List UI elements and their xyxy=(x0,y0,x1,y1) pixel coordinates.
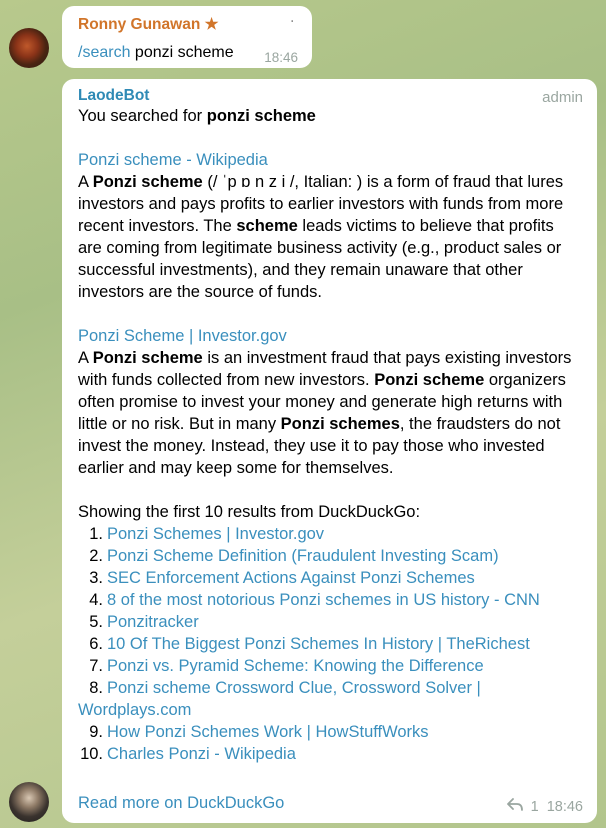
result-link[interactable]: Ponzitracker xyxy=(107,613,199,631)
list-intro: Showing the first 10 results from DuckDu… xyxy=(78,503,421,521)
sender-dot: · xyxy=(290,14,295,30)
result-link[interactable]: How Ponzi Schemes Work | HowStuffWorks xyxy=(107,723,429,741)
list-number: 9. xyxy=(89,723,103,741)
list-number: 1. xyxy=(89,525,103,543)
result-section: Ponzi Scheme | Investor.gov A Ponzi schem… xyxy=(78,325,581,479)
reply-icon[interactable] xyxy=(506,798,523,815)
message-meta: 1 18:46 xyxy=(506,798,583,815)
command-query: ponzi scheme xyxy=(134,44,234,61)
admin-badge: admin xyxy=(542,89,583,106)
result-list: 1. Ponzi Schemes | Investor.gov 2. Ponzi Sc… xyxy=(78,523,581,765)
result-list-item: 2. Ponzi Scheme Definition (Fraudulent In… xyxy=(78,545,581,567)
reply-count: 1 xyxy=(530,798,539,815)
result-title-link[interactable]: Ponzi Scheme | Investor.gov xyxy=(78,325,581,347)
search-results: Ponzi scheme - Wikipedia A Ponzi scheme (… xyxy=(78,149,581,479)
result-snippet: A Ponzi scheme (/ ˈp ɒ n z i /, Italian:… xyxy=(78,173,564,301)
command-link[interactable]: /search xyxy=(78,44,130,61)
result-list-item: 7. Ponzi vs. Pyramid Scheme: Knowing the … xyxy=(78,655,581,677)
search-intro: You searched for ponzi scheme xyxy=(78,107,316,125)
read-more-link[interactable]: Read more on DuckDuckGo xyxy=(78,794,284,813)
message-time: 18:46 xyxy=(546,798,583,815)
list-number: 5. xyxy=(89,613,103,631)
message-time: 18:46 xyxy=(264,50,298,65)
result-list-item: 8. Ponzi scheme Crossword Clue, Crossword… xyxy=(78,677,581,721)
result-section: Ponzi scheme - Wikipedia A Ponzi scheme (… xyxy=(78,149,581,303)
bot-sender-name[interactable]: LaodeBot xyxy=(78,87,581,105)
list-number: 3. xyxy=(89,569,103,587)
result-list-item: 1. Ponzi Schemes | Investor.gov xyxy=(78,523,581,545)
list-number: 6. xyxy=(89,635,103,653)
result-link[interactable]: SEC Enforcement Actions Against Ponzi Sc… xyxy=(107,569,475,587)
result-snippet: A Ponzi scheme is an investment fraud th… xyxy=(78,349,572,477)
result-list-item: 10. Charles Ponzi - Wikipedia xyxy=(78,743,581,765)
result-list-item: 4. 8 of the most notorious Ponzi schemes … xyxy=(78,589,581,611)
sender-name[interactable]: Ronny Gunawan ★ xyxy=(78,15,218,34)
result-link[interactable]: Ponzi vs. Pyramid Scheme: Knowing the Di… xyxy=(107,657,484,675)
list-number: 4. xyxy=(89,591,103,609)
result-list-item: 5. Ponzitracker xyxy=(78,611,581,633)
list-number: 10. xyxy=(80,745,103,763)
message-text: /search ponzi scheme xyxy=(78,44,234,62)
result-list-item: 9. How Ponzi Schemes Work | HowStuffWorks xyxy=(78,721,581,743)
bot-avatar[interactable] xyxy=(9,782,49,822)
list-number: 7. xyxy=(89,657,103,675)
result-title-link[interactable]: Ponzi scheme - Wikipedia xyxy=(78,149,581,171)
list-number: 8. xyxy=(89,679,103,697)
result-list-item: 6. 10 Of The Biggest Ponzi Schemes In His… xyxy=(78,633,581,655)
result-link[interactable]: 8 of the most notorious Ponzi schemes in… xyxy=(107,591,540,609)
list-number: 2. xyxy=(89,547,103,565)
result-link[interactable]: Ponzi Scheme Definition (Fraudulent Inve… xyxy=(107,547,499,565)
result-list-item: 3. SEC Enforcement Actions Against Ponzi … xyxy=(78,567,581,589)
result-link[interactable]: Ponzi Schemes | Investor.gov xyxy=(107,525,324,543)
result-link[interactable]: Ponzi scheme Crossword Clue, Crossword S… xyxy=(78,679,481,719)
sender-avatar[interactable] xyxy=(9,28,49,68)
result-link[interactable]: Charles Ponzi - Wikipedia xyxy=(107,745,296,763)
message-bubble-user[interactable]: Ronny Gunawan ★ · /search ponzi scheme 1… xyxy=(62,6,312,68)
result-link[interactable]: 10 Of The Biggest Ponzi Schemes In Histo… xyxy=(107,635,530,653)
message-bubble-bot[interactable]: LaodeBot admin You searched for ponzi sc… xyxy=(62,79,597,823)
